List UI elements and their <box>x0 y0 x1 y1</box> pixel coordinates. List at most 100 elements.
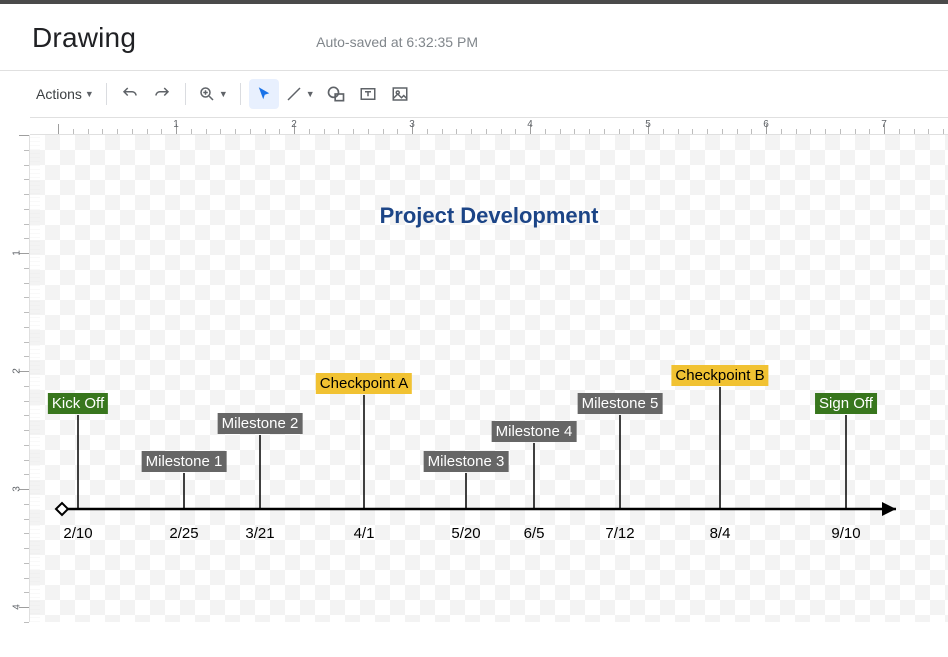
ruler-tick <box>737 129 738 134</box>
toolbar-separator <box>185 83 186 105</box>
ruler-tick <box>24 386 29 387</box>
undo-icon <box>121 85 139 103</box>
ruler-tick <box>24 415 29 416</box>
drawing-canvas[interactable]: Project Development Kick Off2/10Mileston… <box>30 135 948 622</box>
ruler-tick <box>24 548 29 549</box>
ruler-tick <box>132 129 133 134</box>
ruler-tick <box>324 129 325 134</box>
ruler-tick <box>796 129 797 134</box>
event-label[interactable]: Milestone 1 <box>142 451 227 472</box>
caret-down-icon: ▼ <box>85 89 94 99</box>
ruler-tick <box>24 297 29 298</box>
shape-icon <box>326 85 346 103</box>
event-date[interactable]: 3/21 <box>245 525 274 542</box>
ruler-tick <box>24 342 29 343</box>
dialog-title: Drawing <box>32 22 136 54</box>
vertical-ruler: 1234 <box>12 135 30 622</box>
ruler-tick <box>810 129 811 134</box>
ruler-number: 6 <box>763 119 769 130</box>
event-date[interactable]: 9/10 <box>831 525 860 542</box>
ruler-tick <box>545 129 546 134</box>
ruler-tick <box>928 129 929 134</box>
ruler-tick <box>220 129 221 134</box>
event-label[interactable]: Kick Off <box>48 393 108 414</box>
ruler-tick <box>24 474 29 475</box>
textbox-tool-button[interactable] <box>353 79 383 109</box>
event-label[interactable]: Milestone 2 <box>218 413 303 434</box>
ruler-tick <box>869 129 870 134</box>
canvas-outer: 1234 Project Development Kick Off2/10Mil… <box>0 135 948 622</box>
actions-menu-button[interactable]: Actions ▼ <box>32 79 98 109</box>
ruler-tick <box>840 129 841 134</box>
event-date[interactable]: 7/12 <box>605 525 634 542</box>
horizontal-ruler: 1234567 <box>30 117 948 135</box>
ruler-tick <box>102 129 103 134</box>
event-date[interactable]: 4/1 <box>354 525 375 542</box>
app-window: Drawing Auto-saved at 6:32:35 PM Actions… <box>0 0 948 657</box>
ruler-tick <box>619 129 620 134</box>
ruler-tick <box>456 129 457 134</box>
event-date[interactable]: 8/4 <box>710 525 731 542</box>
ruler-tick <box>899 129 900 134</box>
ruler-tick <box>24 622 29 623</box>
event-date[interactable]: 2/25 <box>169 525 198 542</box>
ruler-tick <box>427 129 428 134</box>
ruler-tick <box>24 592 29 593</box>
ruler-tick <box>338 129 339 134</box>
zoom-button[interactable]: ▼ <box>194 79 232 109</box>
shape-tool-button[interactable] <box>321 79 351 109</box>
ruler-tick <box>24 356 29 357</box>
caret-down-icon: ▼ <box>306 89 315 99</box>
ruler-tick <box>88 129 89 134</box>
event-label[interactable]: Milestone 3 <box>424 451 509 472</box>
ruler-tick <box>24 312 29 313</box>
event-label[interactable]: Milestone 4 <box>492 421 577 442</box>
event-label[interactable]: Sign Off <box>815 393 877 414</box>
ruler-tick <box>279 129 280 134</box>
ruler-tick <box>397 129 398 134</box>
line-tool-button[interactable]: ▼ <box>281 79 319 109</box>
image-tool-button[interactable] <box>385 79 415 109</box>
ruler-tick <box>24 563 29 564</box>
autosave-status: Auto-saved at 6:32:35 PM <box>316 34 478 50</box>
select-tool-button[interactable] <box>249 79 279 109</box>
ruler-tick <box>24 268 29 269</box>
ruler-number: 5 <box>645 119 651 130</box>
ruler-tick <box>825 129 826 134</box>
ruler-tick <box>471 129 472 134</box>
ruler-tick <box>24 430 29 431</box>
ruler-tick <box>781 129 782 134</box>
image-icon <box>391 85 409 103</box>
event-label[interactable]: Checkpoint B <box>671 365 768 386</box>
ruler-tick <box>383 129 384 134</box>
ruler-tick <box>24 209 29 210</box>
ruler-tick <box>24 165 29 166</box>
ruler-tick <box>206 129 207 134</box>
axis-end-arrow <box>882 502 896 516</box>
ruler-tick <box>117 129 118 134</box>
ruler-tick <box>751 129 752 134</box>
undo-button[interactable] <box>115 79 145 109</box>
event-label[interactable]: Checkpoint A <box>316 373 412 394</box>
event-label[interactable]: Milestone 5 <box>578 393 663 414</box>
ruler-tick <box>250 129 251 134</box>
ruler-tick <box>73 129 74 134</box>
caret-down-icon: ▼ <box>219 89 228 99</box>
event-date[interactable]: 5/20 <box>451 525 480 542</box>
ruler-tick <box>24 194 29 195</box>
event-date[interactable]: 6/5 <box>524 525 545 542</box>
ruler-tick <box>265 129 266 134</box>
ruler-number: 7 <box>881 119 887 130</box>
axis-start-diamond <box>56 503 68 515</box>
ruler-tick <box>515 129 516 134</box>
ruler-tick <box>353 129 354 134</box>
line-icon <box>285 85 303 103</box>
ruler-number: 3 <box>409 119 415 130</box>
timeline-graphic <box>30 135 948 622</box>
ruler-tick <box>161 129 162 134</box>
toolbar-separator <box>240 83 241 105</box>
event-date[interactable]: 2/10 <box>63 525 92 542</box>
redo-button[interactable] <box>147 79 177 109</box>
ruler-number: 2 <box>291 119 297 130</box>
ruler-tick <box>24 445 29 446</box>
